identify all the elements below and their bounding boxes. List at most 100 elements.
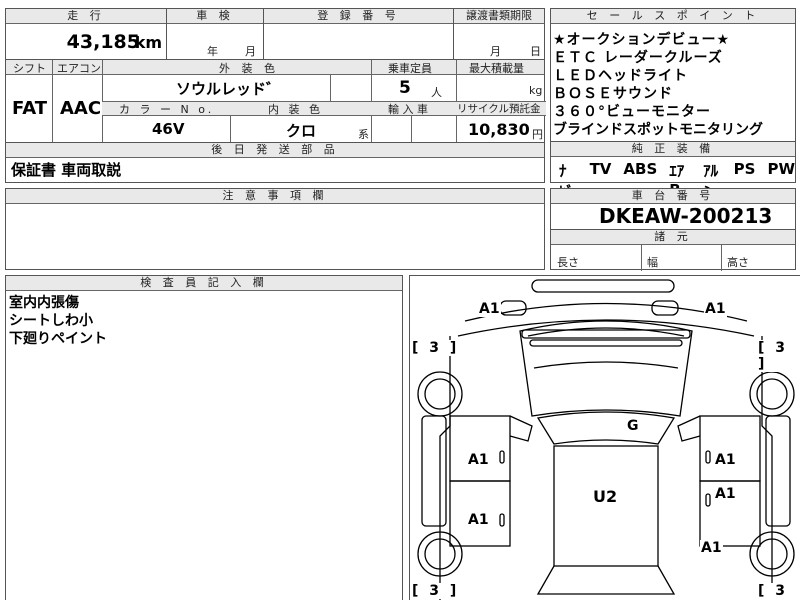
- inspector-note: 下廻りペイント: [9, 331, 107, 347]
- chassis-header: 車 台 番 号: [551, 189, 795, 204]
- mark-hood: G: [626, 418, 640, 434]
- caution-box: 注 意 事 項 欄: [5, 188, 545, 270]
- hood-crease: [527, 327, 685, 337]
- mileage-box: 走 行 43,185 km: [5, 8, 167, 60]
- mileage-header: 走 行: [6, 9, 166, 24]
- sales-point-item: ★オークションデビュー★: [553, 32, 731, 48]
- equipment-box: 純 正 装 備 ﾅﾋﾞ TV ABS ｴｱB ｱﾙﾐ PS PW: [550, 141, 796, 201]
- mark-right-rear-fender: A1: [700, 540, 723, 556]
- left-mirror-outline: [509, 415, 533, 442]
- registration-header: 登 録 番 号: [264, 9, 453, 24]
- inspector-box: 検 査 員 記 入 欄 室内内張傷 シートしわ小 下廻りペイント: [5, 275, 403, 600]
- inspector-header: 検 査 員 記 入 欄: [6, 276, 402, 291]
- interior-suffix: 系: [358, 128, 369, 141]
- chassis-value: DKEAW-200213: [599, 204, 773, 228]
- right-mirror-outline: [677, 415, 701, 442]
- hood-outline: [519, 320, 693, 417]
- capacity-label: 乗車定員: [388, 62, 432, 75]
- mark-bracket-rear-left: [ 3 ]: [412, 583, 460, 599]
- mark-right-rear-door: A1: [714, 486, 737, 502]
- spec-box: シフト エアコン 外 装 色 乗車定員 最大積載量 カ ラ ー N o. 内 装…: [5, 59, 546, 144]
- sales-point-item: ＥＴＣ レーダークルーズ: [553, 50, 723, 66]
- maxload-unit: kg: [529, 84, 543, 97]
- dimensions-box: 諸 元 長さ 幅 高さ: [550, 229, 796, 271]
- sales-point-item: ３６０°ビューモニター: [553, 104, 711, 120]
- interior-label: 内 装 色: [268, 103, 323, 116]
- car-diagram: [417, 279, 795, 600]
- later-parts-box: 後 日 発 送 部 品 保証書 車両取説: [5, 142, 545, 183]
- maxload-label: 最大積載量: [469, 62, 524, 75]
- chassis-box: 車 台 番 号 DKEAW-200213: [550, 188, 796, 230]
- recycle-value: 10,830: [468, 120, 530, 139]
- mileage-value: 43,185: [66, 31, 140, 53]
- mark-front-right: A1: [704, 301, 727, 317]
- sales-point-item: ブラインドスポットモニタリング: [553, 122, 763, 138]
- sales-points-list: ★オークションデビュー★ ＥＴＣ レーダークルーズ ＬＥＤヘッドライト ＢＯＳＥ…: [553, 31, 763, 139]
- hood-crease-2: [533, 361, 679, 369]
- import-label: 輸 入 車: [388, 103, 428, 116]
- sales-point-item: ＢＯＳＥサウンド: [553, 86, 673, 102]
- later-parts-header: 後 日 発 送 部 品: [6, 143, 544, 158]
- roof-outline: [553, 445, 659, 567]
- interior-value: クロ: [286, 122, 317, 140]
- capacity-value: 5: [399, 78, 411, 98]
- inspector-notes: 室内内張傷 シートしわ小 下廻りペイント: [9, 294, 107, 348]
- exterior-value: ソウルレッド゛: [176, 80, 282, 98]
- registration-box: 登 録 番 号: [263, 8, 454, 60]
- shaken-month: 月: [245, 45, 256, 58]
- color-no-label: カ ラ ー N o.: [119, 103, 215, 116]
- exterior-label: 外 装 色: [219, 62, 279, 75]
- capacity-unit: 人: [431, 86, 442, 99]
- left-front-door-outline: [449, 415, 511, 482]
- transfer-day: 日: [530, 45, 541, 58]
- shaken-header: 車 検: [167, 9, 263, 24]
- right-front-door-outline: [699, 415, 761, 482]
- car-diagram-box: A1 A1 [ 3 ] [ 3 ] [ 3 ] [ 3 ] G U2 A1 A1…: [409, 275, 800, 600]
- mark-bracket-rear-right: [ 3 ]: [758, 583, 800, 600]
- transfer-header: 譲渡書類期限: [454, 9, 544, 24]
- caution-header: 注 意 事 項 欄: [6, 189, 544, 204]
- tire-side-right: [765, 415, 791, 527]
- recycle-unit: 円: [532, 128, 543, 141]
- grille-bar: [521, 329, 691, 339]
- left-body-line: [439, 336, 451, 600]
- door-handle: [705, 493, 711, 507]
- mark-bracket-front-left: [ 3 ]: [412, 340, 460, 356]
- sales-points-box: セ ー ル ス ポ イ ン ト ★オークションデビュー★ ＥＴＣ レーダークルー…: [550, 8, 796, 142]
- shift-label: シフト: [13, 62, 46, 75]
- shift-value: FAT: [12, 98, 48, 119]
- aircon-label: エアコン: [57, 62, 101, 75]
- inspector-note: シートしわ小: [9, 313, 93, 329]
- door-handle: [499, 450, 505, 464]
- door-handle: [705, 450, 711, 464]
- mark-bracket-front-right: [ 3 ]: [758, 340, 800, 372]
- sales-point-item: ＬＥＤヘッドライト: [553, 68, 688, 84]
- door-handle: [499, 513, 505, 527]
- tire-side-left: [421, 415, 447, 527]
- color-no-value: 46V: [152, 120, 185, 138]
- equipment-header: 純 正 装 備: [551, 142, 795, 157]
- recycle-label: リサイクル預託金: [457, 103, 541, 115]
- front-emblem-outline: [531, 279, 675, 293]
- inspector-note: 室内内張傷: [9, 295, 79, 311]
- right-body-line: [761, 336, 773, 600]
- mark-left-rear-door: A1: [467, 512, 490, 528]
- dimension-height-label: 高さ: [727, 256, 749, 269]
- dimension-length-label: 長さ: [557, 256, 579, 269]
- later-parts-value: 保証書 車両取説: [11, 161, 122, 179]
- mark-front-left: A1: [478, 301, 501, 317]
- dimension-width-label: 幅: [647, 256, 658, 269]
- transfer-month: 月: [490, 45, 501, 58]
- mark-roof: U2: [592, 487, 619, 506]
- mark-right-front-door: A1: [714, 452, 737, 468]
- mileage-unit: km: [134, 33, 162, 52]
- aircon-value: AAC: [60, 98, 102, 119]
- transfer-box: 譲渡書類期限 月 日: [453, 8, 545, 60]
- dimensions-header: 諸 元: [551, 230, 795, 245]
- sales-points-header: セ ー ル ス ポ イ ン ト: [551, 9, 795, 24]
- shaken-year: 年: [207, 45, 218, 58]
- shaken-box: 車 検 年 月: [166, 8, 264, 60]
- mark-left-front-door: A1: [467, 452, 490, 468]
- grille-bar-2: [529, 339, 683, 347]
- rear-glass-outline: [536, 565, 676, 595]
